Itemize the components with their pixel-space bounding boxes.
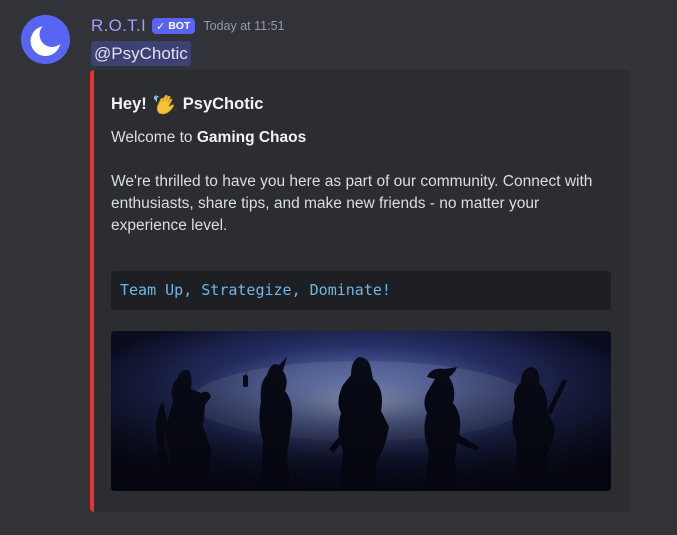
bot-tag-label: BOT (168, 20, 191, 32)
embed-accent-bar (90, 70, 94, 512)
message-timestamp[interactable]: Today at 11:51 (203, 19, 284, 33)
embed-title-greeting: Hey! (111, 94, 147, 113)
checkmark-icon: ✓ (156, 20, 166, 33)
bot-avatar[interactable] (21, 15, 70, 64)
code-block: Team Up, Strategize, Dominate! (111, 271, 611, 310)
welcome-embed: Hey! PsyChotic Welcome to Gaming Chaos W… (90, 70, 630, 512)
embed-description: Welcome to Gaming Chaos We're thrilled t… (111, 127, 616, 237)
welcome-line: Welcome to Gaming Chaos (111, 127, 616, 149)
server-name: Gaming Chaos (196, 129, 307, 146)
bot-tag: ✓ BOT (152, 18, 196, 34)
embed-title-name: PsyChotic (182, 94, 264, 113)
welcome-body: We're thrilled to have you here as part … (111, 173, 593, 234)
user-mention[interactable]: @PsyChotic (91, 41, 191, 66)
waving-hand-icon (153, 93, 175, 115)
embed-image[interactable] (111, 331, 611, 491)
welcome-prefix: Welcome to (111, 129, 197, 146)
username[interactable]: R.O.T.I (91, 16, 146, 36)
crescent-moon-icon (21, 15, 70, 64)
chat-message: R.O.T.I ✓ BOT Today at 11:51 @PsyChotic … (0, 0, 677, 535)
silhouettes-image (111, 331, 611, 491)
embed-title: Hey! PsyChotic (111, 92, 263, 116)
message-header: R.O.T.I ✓ BOT Today at 11:51 (91, 14, 284, 38)
